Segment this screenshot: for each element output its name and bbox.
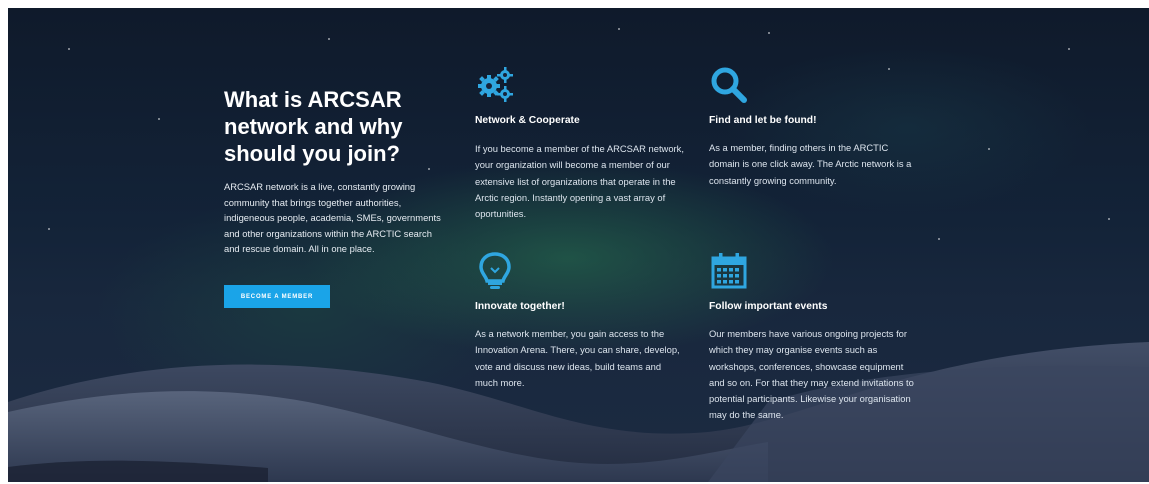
search-icon <box>711 67 747 103</box>
intro-block: What is ARCSAR network and why should yo… <box>224 86 444 257</box>
feature-title: Follow important events <box>709 301 828 312</box>
feature-follow-events: Follow important events Our members have… <box>709 250 919 424</box>
feature-find-found: Find and let be found! As a member, find… <box>709 65 919 189</box>
gears-icon <box>478 67 513 102</box>
feature-description: Our members have various ongoing project… <box>709 328 914 421</box>
feature-description: As a network member, you gain access to … <box>475 328 680 388</box>
lightbulb-icon <box>479 252 511 289</box>
become-member-button[interactable]: BECOME A MEMBER <box>224 285 330 308</box>
feature-title: Innovate together! <box>475 301 565 312</box>
feature-description: As a member, finding others in the ARCTI… <box>709 142 912 186</box>
hero-section: What is ARCSAR network and why should yo… <box>8 8 1149 482</box>
feature-description: If you become a member of the ARCSAR net… <box>475 143 684 220</box>
feature-innovate-together: Innovate together! As a network member, … <box>475 250 685 391</box>
feature-title: Network & Cooperate <box>475 115 580 126</box>
section-title: What is ARCSAR network and why should yo… <box>224 87 403 166</box>
intro-description: ARCSAR network is a live, constantly gro… <box>224 181 441 254</box>
feature-title: Find and let be found! <box>709 115 817 126</box>
calendar-icon <box>711 253 747 289</box>
feature-network-cooperate: Network & Cooperate If you become a memb… <box>475 64 685 222</box>
